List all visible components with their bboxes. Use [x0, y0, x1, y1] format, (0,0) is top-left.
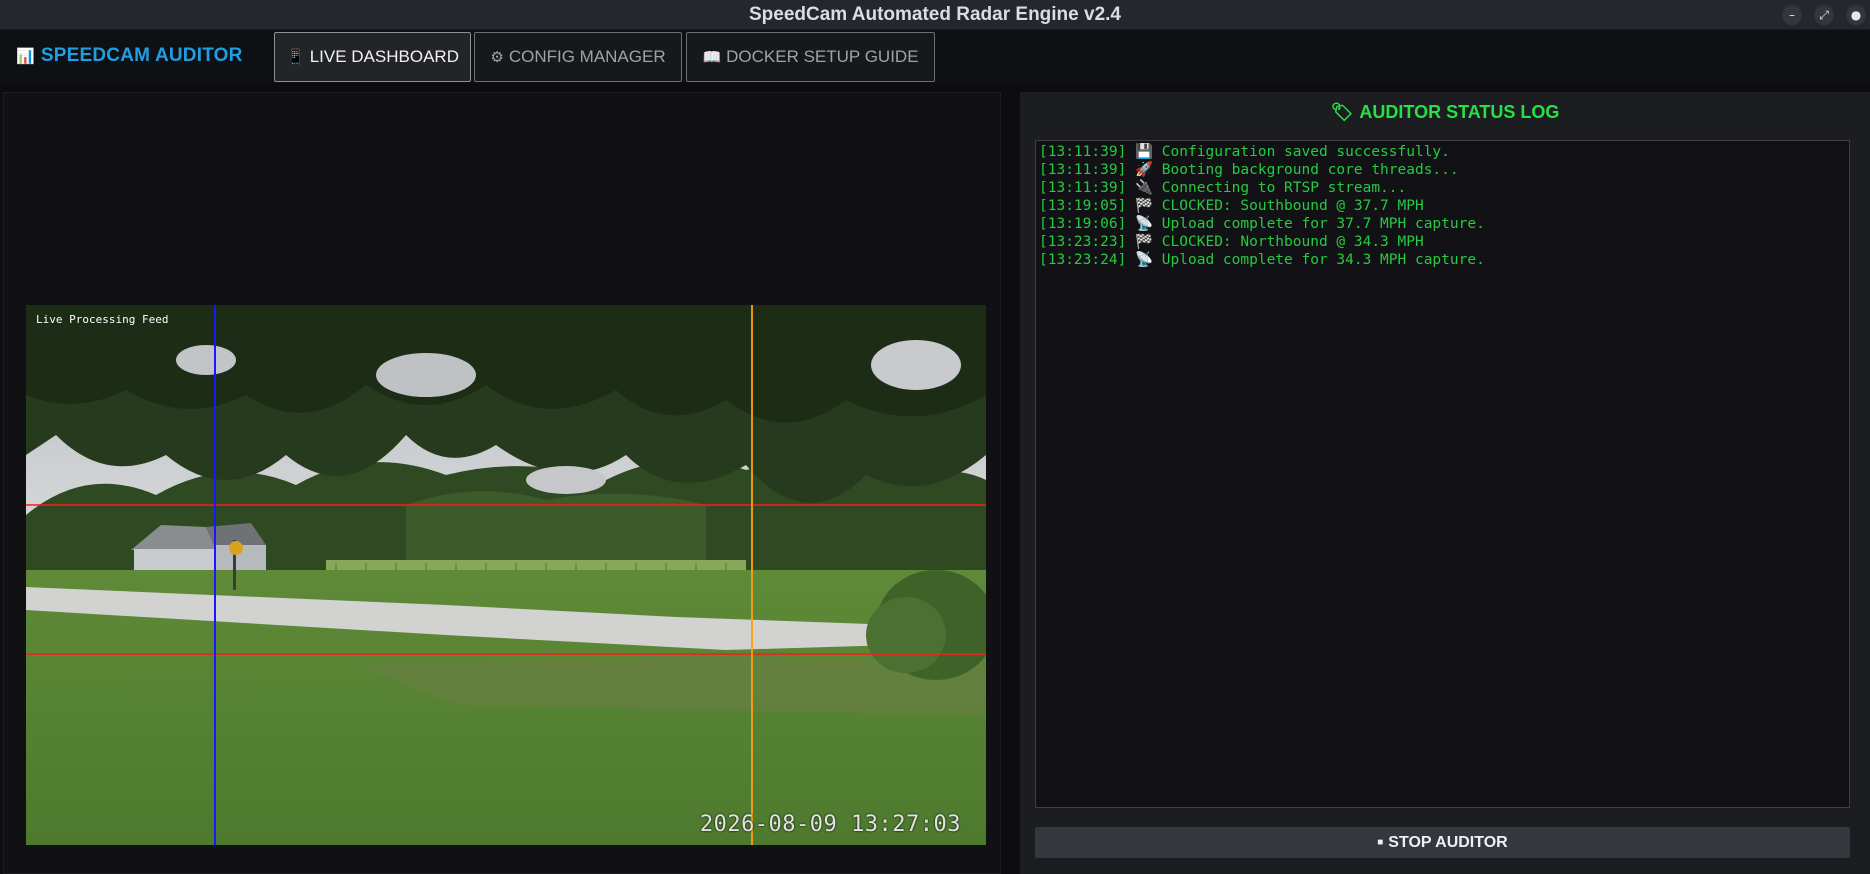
log-line: [13:19:05] 🏁 CLOCKED: Southbound @ 37.7 … [1039, 198, 1424, 214]
log-line: [13:23:24] 📡 Upload complete for 34.3 MP… [1039, 252, 1485, 268]
stop-auditor-button[interactable]: ■ STOP AUDITOR [1035, 827, 1850, 858]
brand-logo: 📊 SPEEDCAM AUDITOR [16, 45, 243, 67]
book-icon: 📖 [702, 48, 722, 66]
live-video-feed: Live Processing Feed 2026-08-09 13:27:03 [26, 305, 986, 845]
log-title-text: AUDITOR STATUS LOG [1359, 102, 1560, 122]
tab-docker-setup-guide[interactable]: 📖 DOCKER SETUP GUIDE [686, 32, 935, 82]
log-line: [13:11:39] 💾 Configuration saved success… [1039, 144, 1450, 160]
feed-label: Live Processing Feed [36, 313, 169, 326]
minimize-icon[interactable]: – [1782, 5, 1802, 25]
camera-scene [26, 305, 986, 845]
tab-label: CONFIG MANAGER [508, 47, 666, 66]
stop-auditor-label: STOP AUDITOR [1388, 834, 1508, 851]
stop-icon: ■ [1377, 837, 1384, 848]
close-icon[interactable]: ● [1846, 5, 1866, 25]
log-output[interactable]: [13:11:39] 💾 Configuration saved success… [1035, 140, 1850, 808]
log-line: [13:11:39] 🚀 Booting background core thr… [1039, 162, 1459, 178]
tab-config-manager[interactable]: ⚙ CONFIG MANAGER [474, 32, 682, 82]
tab-label: DOCKER SETUP GUIDE [726, 47, 919, 66]
tab-label: LIVE DASHBOARD [309, 47, 459, 66]
brand-title: SPEEDCAM AUDITOR [40, 45, 243, 66]
log-title: 🏷 AUDITOR STATUS LOG [1020, 102, 1870, 123]
mobile-phone-icon: 📱 [286, 48, 305, 66]
window-title: SpeedCam Automated Radar Engine v2.4 [748, 4, 1121, 25]
tag-icon: 🏷 [1330, 102, 1354, 123]
log-line: [13:11:39] 🔌 Connecting to RTSP stream..… [1039, 180, 1407, 196]
tab-live-dashboard[interactable]: 📱 LIVE DASHBOARD [274, 32, 471, 82]
log-line: [13:19:06] 📡 Upload complete for 37.7 MP… [1039, 216, 1485, 232]
gear-icon: ⚙ [490, 48, 504, 66]
nav-bar: 📊 SPEEDCAM AUDITOR 📱 LIVE DASHBOARD ⚙ CONFI… [0, 30, 1870, 83]
status-log-panel: 🏷 AUDITOR STATUS LOG [13:11:39] 💾 Configu… [1020, 92, 1870, 874]
live-feed-panel: Live Processing Feed 2026-08-09 13:27:03 [3, 92, 1001, 874]
bar-chart-icon: 📊 [16, 47, 35, 65]
window-titlebar: SpeedCam Automated Radar Engine v2.4 – ⤢… [0, 0, 1870, 30]
maximize-icon[interactable]: ⤢ [1814, 5, 1834, 25]
log-line: [13:23:23] 🏁 CLOCKED: Northbound @ 34.3 … [1039, 234, 1424, 250]
feed-timestamp: 2026-08-09 13:27:03 [699, 812, 961, 837]
